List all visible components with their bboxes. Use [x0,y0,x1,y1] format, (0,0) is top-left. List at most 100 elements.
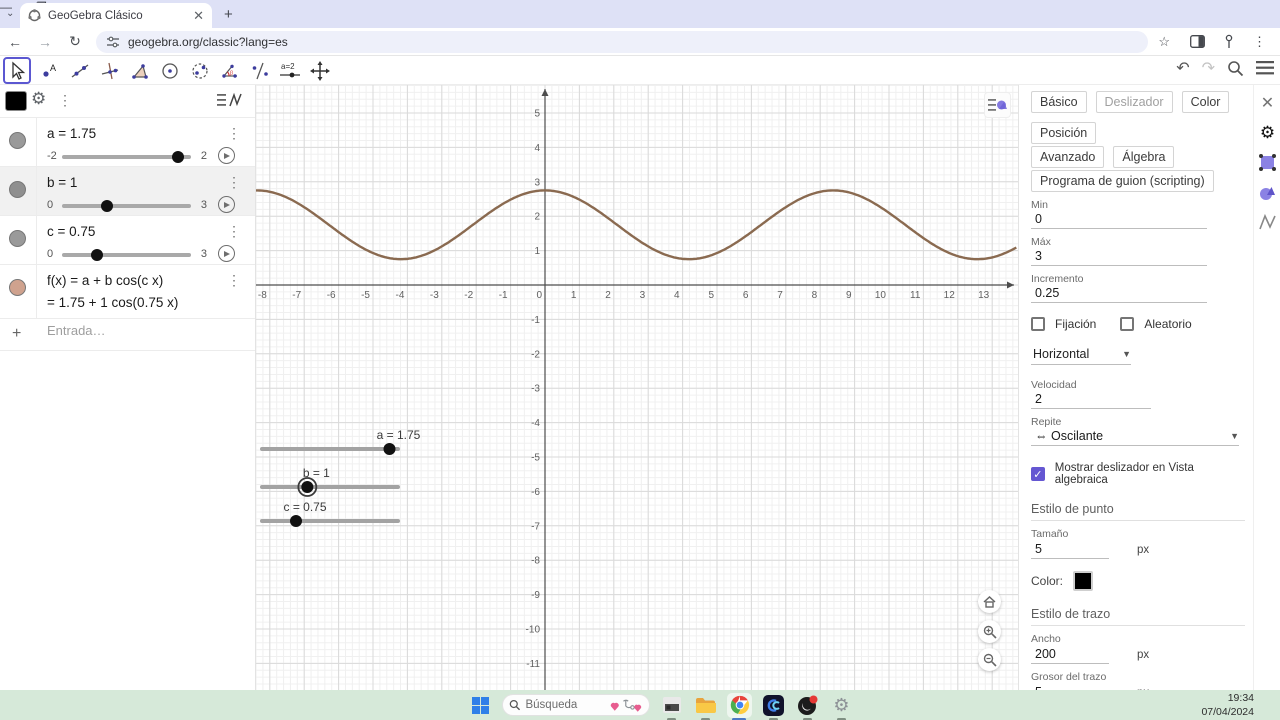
taskbar-app-settings[interactable]: ⚙ [829,693,854,720]
graph-svg[interactable]: -8 -7 -6 -5 -4 -3 -2 -1 0 1 2 3 4 5 6 7 8 9 10 11 12 13-11-10… [255,84,1018,690]
slider-track[interactable] [62,151,191,163]
row-menu-icon[interactable]: ⋮ [227,224,241,238]
zoom-in-button[interactable] [978,620,1001,643]
speed-input[interactable]: 2 [1031,391,1151,409]
tab-scripting[interactable]: Programa de guion (scripting) [1031,170,1214,192]
algebra-row-b[interactable]: b = 1 ⋮ 0 3 [0,167,255,216]
slider-thumb[interactable] [101,200,113,212]
point-size-input[interactable]: 5 [1031,541,1109,559]
tool-point[interactable]: A [36,57,64,84]
point-color-swatch[interactable] [1073,571,1094,591]
tab-close-icon[interactable]: ✕ [193,9,204,22]
bookmark-star-icon[interactable]: ☆ [1158,34,1170,50]
side-panel-icon[interactable] [1190,35,1205,48]
tool-angle[interactable]: β [216,57,244,84]
back-icon[interactable]: ← [0,34,30,50]
main-menu-icon[interactable] [1256,61,1274,75]
tool-circle-through-points[interactable] [186,57,214,84]
3d-view-icon[interactable] [1258,183,1277,202]
undo-icon[interactable]: ↶ [1176,58,1189,78]
extension-pin-icon[interactable] [1225,34,1233,49]
animate-play-button[interactable] [218,196,235,213]
close-properties-icon[interactable]: ✕ [1258,93,1277,112]
slider-track[interactable] [62,200,191,212]
forward-icon[interactable]: → [30,34,60,50]
algebra-row-a[interactable]: a = 1.75 ⋮ -2 2 [0,118,255,167]
tool-reflection[interactable] [246,57,274,84]
slider-track[interactable] [62,249,191,261]
slider-thumb[interactable] [91,249,104,261]
object-color-swatch[interactable] [5,91,27,111]
function-curve[interactable] [256,189,1017,261]
orientation-select[interactable]: Horizontal ▼ [1031,345,1131,365]
animate-play-button[interactable] [218,245,235,262]
style-bar-menu-icon[interactable]: ⋮ [58,93,72,107]
zoom-out-button[interactable] [978,648,1001,671]
stroke-width-input[interactable]: 200 [1031,646,1109,664]
tool-move-graphics-view[interactable] [306,57,334,84]
taskbar-app-obs[interactable] [795,693,820,720]
animate-play-button[interactable] [218,147,235,164]
graphics-view[interactable]: -8 -7 -6 -5 -4 -3 -2 -1 0 1 2 3 4 5 6 7 8 9 10 11 12 13 -11 -10… [255,84,1018,690]
tool-perpendicular-line[interactable] [96,57,124,84]
add-entry-icon[interactable]: + [12,325,21,343]
search-icon[interactable] [1227,60,1244,77]
graphics-style-bar-button[interactable] [984,92,1011,118]
tab-basico[interactable]: Básico [1031,91,1087,113]
taskbar-app-chrome[interactable] [727,692,752,720]
browser-menu-icon[interactable]: ⋮ [1253,34,1266,50]
tab-color[interactable]: Color [1181,91,1230,113]
visibility-marble[interactable] [9,279,26,296]
start-button[interactable] [468,693,493,718]
min-input[interactable]: 0 [1031,211,1207,229]
algebra-row-function[interactable]: f(x) = a + b cos(c x) = 1.75 + 1 cos(0.7… [0,265,255,319]
row-menu-icon[interactable]: ⋮ [227,273,241,287]
new-tab-button[interactable]: + [224,7,233,22]
algebra-display-options-icon[interactable] [217,91,243,109]
taskbar-search-input[interactable] [525,699,606,711]
redo-icon[interactable]: ↷ [1202,58,1215,78]
style-settings-gear-icon[interactable]: ⚙ [31,89,46,109]
settings-gear-icon[interactable]: ⚙ [1258,123,1277,142]
show-slider-checkbox[interactable]: ✓ [1031,467,1045,481]
tool-move[interactable] [3,57,31,84]
tab-algebra[interactable]: Álgebra [1113,146,1175,168]
random-checkbox[interactable] [1120,317,1135,331]
reload-icon[interactable]: ↻ [60,33,90,50]
tab-avanzado[interactable]: Avanzado [1031,146,1105,168]
tool-circle-center-point[interactable] [156,57,184,84]
taskbar-app-snip[interactable] [659,693,684,720]
max-input[interactable]: 3 [1031,248,1207,266]
tab-posicion[interactable]: Posición [1031,122,1097,144]
algebra-input[interactable] [47,323,237,338]
visibility-marble[interactable] [9,230,26,247]
canvas-slider-a[interactable]: a = 1.75 [260,428,421,455]
visibility-marble[interactable] [9,132,26,149]
url-field[interactable]: geogebra.org/classic?lang=es [96,30,1148,53]
canvas-slider-c[interactable]: c = 0.75 [260,500,400,527]
row-menu-icon[interactable]: ⋮ [227,175,241,189]
taskbar-clock[interactable]: 19:34 07/04/2024 [1201,691,1280,719]
site-settings-icon[interactable] [106,36,120,48]
taskbar-search[interactable] [502,694,650,716]
home-zoom-button[interactable] [978,590,1001,613]
tab-list-chevron-icon[interactable]: ⌄ [6,8,14,19]
taskbar-app-file-explorer[interactable] [693,693,718,720]
row-menu-icon[interactable]: ⋮ [227,126,241,140]
tool-line[interactable] [66,57,94,84]
algebra-row-c[interactable]: c = 0.75 ⋮ 0 3 [0,216,255,265]
function-curve-view-icon[interactable] [1258,213,1277,232]
repeat-select[interactable]: ⇔ Oscilante ▼ [1031,428,1239,446]
slider-thumb[interactable] [171,151,184,163]
function-value: = 1.75 + 1 cos(0.75 x) [47,295,179,310]
graphics-view-icon[interactable] [1258,153,1277,172]
increment-input[interactable]: 0.25 [1031,285,1207,303]
fullscreen-icon[interactable] [1018,653,1019,666]
browser-tab[interactable]: GeoGebra Clásico ✕ [20,3,212,28]
tool-slider[interactable]: a=2 [276,57,304,84]
taskbar-app-dark-c[interactable] [761,693,786,720]
visibility-marble[interactable] [9,181,26,198]
fixation-checkbox[interactable] [1031,317,1045,331]
tab-deslizador[interactable]: Deslizador [1095,91,1173,113]
tool-polygon[interactable] [126,57,154,84]
